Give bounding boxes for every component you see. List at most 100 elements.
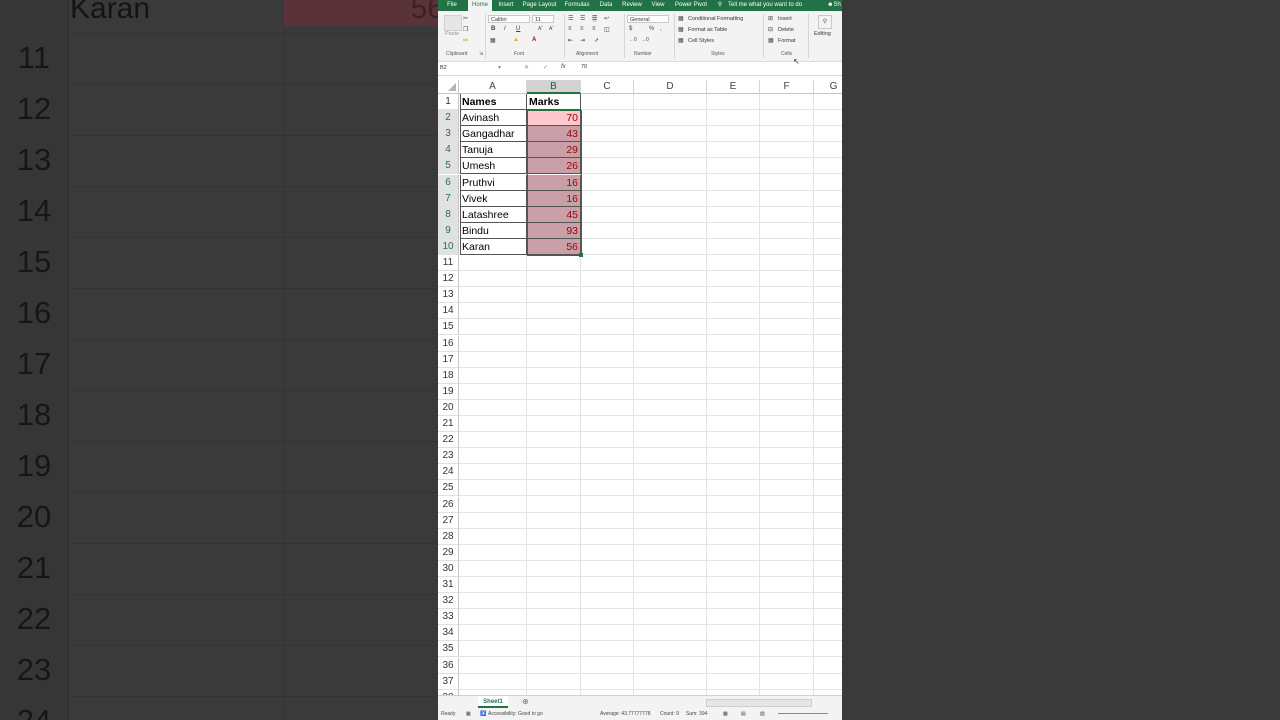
horizontal-scrollbar[interactable]	[706, 699, 812, 707]
sheet-tab-sheet1[interactable]: Sheet1	[478, 696, 508, 708]
decrease-decimal-icon[interactable]: →0	[641, 37, 649, 43]
currency-icon[interactable]: $	[629, 26, 632, 32]
name-cell[interactable]: Pruthvi	[460, 174, 527, 191]
name-cell[interactable]: Vivek	[460, 190, 527, 207]
row-header-33[interactable]: 33	[438, 609, 459, 626]
delete-button[interactable]: Delete	[778, 27, 794, 33]
marks-cell[interactable]: 16	[527, 190, 581, 207]
tab-formulas[interactable]: Formulas	[562, 0, 592, 11]
increase-decimal-icon[interactable]: ←0	[629, 37, 637, 43]
name-cell[interactable]: Gangadhar	[460, 126, 527, 143]
merge-center-icon[interactable]: ◫	[604, 26, 610, 33]
row-header-1[interactable]: 1	[438, 94, 459, 110]
align-bottom-icon[interactable]: ☰	[592, 15, 598, 22]
row-header-26[interactable]: 26	[438, 496, 459, 513]
clipboard-launcher-icon[interactable]: ⇲	[479, 51, 483, 57]
row-header-32[interactable]: 32	[438, 593, 459, 610]
row-header-8[interactable]: 8	[438, 206, 459, 223]
cut-icon[interactable]: ✂	[463, 15, 468, 22]
clipboard-icon[interactable]	[444, 15, 462, 31]
editing-button[interactable]: Editing	[814, 31, 831, 37]
name-box[interactable]: B2	[440, 64, 504, 73]
format-painter-icon[interactable]: ✑	[463, 37, 468, 44]
row-header-37[interactable]: 37	[438, 673, 459, 690]
name-cell[interactable]: Latashree	[460, 206, 527, 223]
italic-button[interactable]: I	[504, 26, 506, 32]
cell-styles-button[interactable]: Cell Styles	[688, 38, 714, 44]
column-header-f[interactable]: F	[760, 80, 814, 94]
column-header-d[interactable]: D	[634, 80, 707, 94]
tab-insert[interactable]: Insert	[496, 0, 516, 11]
name-box-dropdown-icon[interactable]: ▾	[498, 64, 501, 71]
tab-view[interactable]: View	[648, 0, 668, 11]
search-icon[interactable]: ⚲	[818, 15, 832, 29]
marks-cell[interactable]: 26	[527, 158, 581, 175]
orientation-icon[interactable]: ➚	[594, 37, 599, 44]
row-header-10[interactable]: 10	[438, 238, 459, 255]
row-header-31[interactable]: 31	[438, 577, 459, 593]
row-header-20[interactable]: 20	[438, 399, 459, 416]
row-header-9[interactable]: 9	[438, 222, 459, 239]
column-header-a[interactable]: A	[459, 80, 527, 94]
fill-handle[interactable]	[579, 253, 583, 257]
row-header-4[interactable]: 4	[438, 142, 459, 159]
marks-cell[interactable]: 70	[527, 110, 581, 127]
insert-function-icon[interactable]: fx	[561, 64, 566, 70]
bold-button[interactable]: B	[491, 26, 495, 32]
tab-file[interactable]: File	[442, 0, 462, 11]
name-cell[interactable]: Umesh	[460, 158, 527, 175]
row-header-23[interactable]: 23	[438, 448, 459, 465]
tell-me-search[interactable]: Tell me what you want to do	[728, 0, 808, 11]
add-sheet-icon[interactable]: ⊕	[522, 697, 529, 706]
row-header-29[interactable]: 29	[438, 544, 459, 561]
row-header-17[interactable]: 17	[438, 351, 459, 368]
column-header-b[interactable]: B	[527, 80, 581, 94]
font-name-select[interactable]: Calibri	[488, 15, 530, 23]
insert-button[interactable]: Insert	[778, 16, 792, 22]
share-button[interactable]: ☻Sh	[826, 0, 842, 11]
enter-icon[interactable]: ✓	[543, 64, 548, 71]
wrap-text-icon[interactable]: ↩	[604, 15, 609, 22]
row-header-27[interactable]: 27	[438, 512, 459, 529]
decrease-font-icon[interactable]: Aˇ	[549, 26, 554, 32]
column-header-g[interactable]: G	[814, 80, 842, 94]
row-header-13[interactable]: 13	[438, 287, 459, 304]
row-header-19[interactable]: 19	[438, 383, 459, 400]
row-header-6[interactable]: 6	[438, 174, 459, 191]
format-button[interactable]: Format	[778, 38, 795, 44]
increase-indent-icon[interactable]: ⇥	[580, 37, 585, 44]
font-color-icon[interactable]: A	[532, 37, 536, 43]
column-header-e[interactable]: E	[707, 80, 760, 94]
align-middle-icon[interactable]: ☰	[580, 15, 585, 22]
row-header-15[interactable]: 15	[438, 319, 459, 336]
row-header-22[interactable]: 22	[438, 432, 459, 449]
row-header-18[interactable]: 18	[438, 367, 459, 384]
row-header-11[interactable]: 11	[438, 255, 459, 271]
row-header-14[interactable]: 14	[438, 303, 459, 320]
marks-cell[interactable]: 45	[527, 206, 581, 223]
tab-home[interactable]: Home	[468, 0, 492, 11]
name-cell[interactable]: Avinash	[460, 110, 527, 127]
marks-cell[interactable]: 43	[527, 126, 581, 143]
tab-data[interactable]: Data	[596, 0, 616, 11]
row-header-35[interactable]: 35	[438, 641, 459, 658]
tab-review[interactable]: Review	[620, 0, 644, 11]
tab-power-pivot[interactable]: Power Pivot	[672, 0, 710, 11]
header-cell-names[interactable]: Names	[460, 94, 527, 110]
page-break-view-icon[interactable]: ▧	[760, 708, 765, 720]
name-cell[interactable]: Tanuja	[460, 142, 527, 159]
font-size-select[interactable]: 11	[532, 15, 554, 23]
marks-cell[interactable]: 16	[527, 174, 581, 191]
cancel-icon[interactable]: ✕	[524, 64, 529, 71]
row-header-24[interactable]: 24	[438, 464, 459, 481]
normal-view-icon[interactable]: ▦	[723, 708, 728, 720]
row-header-3[interactable]: 3	[438, 126, 459, 143]
row-header-2[interactable]: 2	[438, 110, 459, 127]
align-top-icon[interactable]: ☰	[568, 15, 573, 22]
conditional-formatting-button[interactable]: Conditional Formatting	[688, 16, 743, 22]
row-header-21[interactable]: 21	[438, 416, 459, 432]
comma-icon[interactable]: ,	[660, 26, 662, 32]
formula-input[interactable]: 70	[581, 64, 587, 70]
marks-cell[interactable]: 93	[527, 222, 581, 239]
row-header-12[interactable]: 12	[438, 271, 459, 288]
